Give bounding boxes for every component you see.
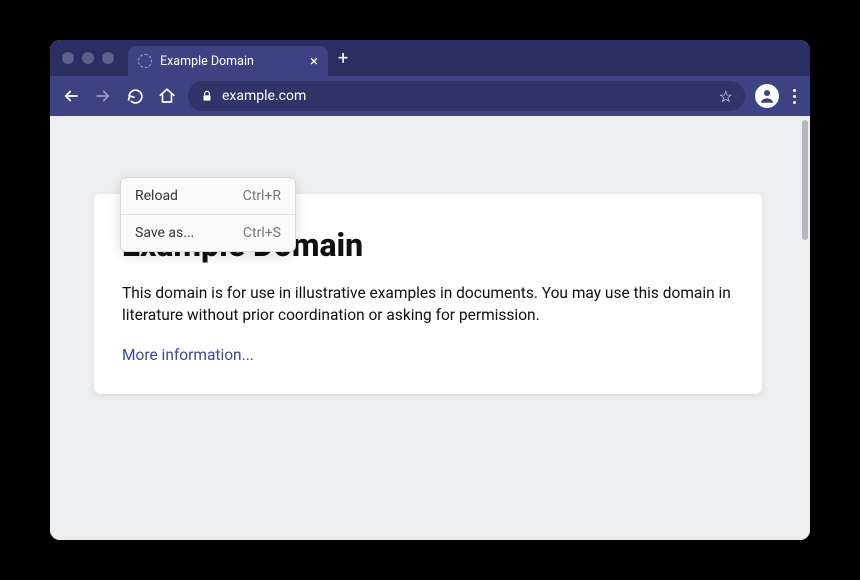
tab-title: Example Domain (160, 54, 302, 69)
reload-icon (127, 88, 144, 105)
menu-button[interactable] (789, 85, 800, 108)
menu-item-label: Reload (135, 188, 178, 204)
menu-item-shortcut: Ctrl+S (243, 225, 281, 241)
address-bar[interactable]: example.com ☆ (188, 81, 745, 111)
lock-icon (200, 89, 214, 103)
browser-tab[interactable]: Example Domain × (128, 46, 328, 76)
kebab-dot-icon (793, 89, 796, 92)
menu-item-label: Save as... (135, 225, 194, 241)
bookmark-icon[interactable]: ☆ (719, 87, 733, 106)
close-tab-icon[interactable]: × (310, 54, 318, 69)
menu-item-save-as[interactable]: Save as... Ctrl+S (121, 217, 295, 249)
url-text: example.com (222, 88, 711, 104)
menu-item-reload[interactable]: Reload Ctrl+R (121, 180, 295, 212)
close-window-button[interactable] (62, 52, 74, 64)
kebab-dot-icon (793, 101, 796, 104)
page-content: Example Domain This domain is for use in… (50, 116, 810, 540)
more-info-link[interactable]: More information... (122, 346, 254, 364)
context-menu: Reload Ctrl+R Save as... Ctrl+S (120, 177, 296, 252)
reload-button[interactable] (124, 85, 146, 107)
window-controls (62, 52, 114, 64)
page-paragraph: This domain is for use in illustrative e… (122, 282, 734, 327)
toolbar: example.com ☆ (50, 76, 810, 116)
profile-button[interactable] (755, 84, 779, 108)
new-tab-button[interactable]: + (338, 48, 348, 69)
browser-window: Example Domain × + example.com ☆ (50, 40, 810, 540)
favicon-icon (138, 54, 152, 68)
forward-button[interactable] (92, 85, 114, 107)
menu-item-shortcut: Ctrl+R (243, 188, 281, 204)
home-icon (158, 87, 176, 105)
titlebar: Example Domain × + (50, 40, 810, 76)
home-button[interactable] (156, 85, 178, 107)
minimize-window-button[interactable] (82, 52, 94, 64)
menu-separator (121, 214, 295, 215)
arrow-right-icon (94, 87, 112, 105)
arrow-left-icon (62, 87, 80, 105)
back-button[interactable] (60, 85, 82, 107)
maximize-window-button[interactable] (102, 52, 114, 64)
kebab-dot-icon (793, 95, 796, 98)
scrollbar[interactable] (802, 120, 808, 240)
user-icon (758, 87, 776, 105)
